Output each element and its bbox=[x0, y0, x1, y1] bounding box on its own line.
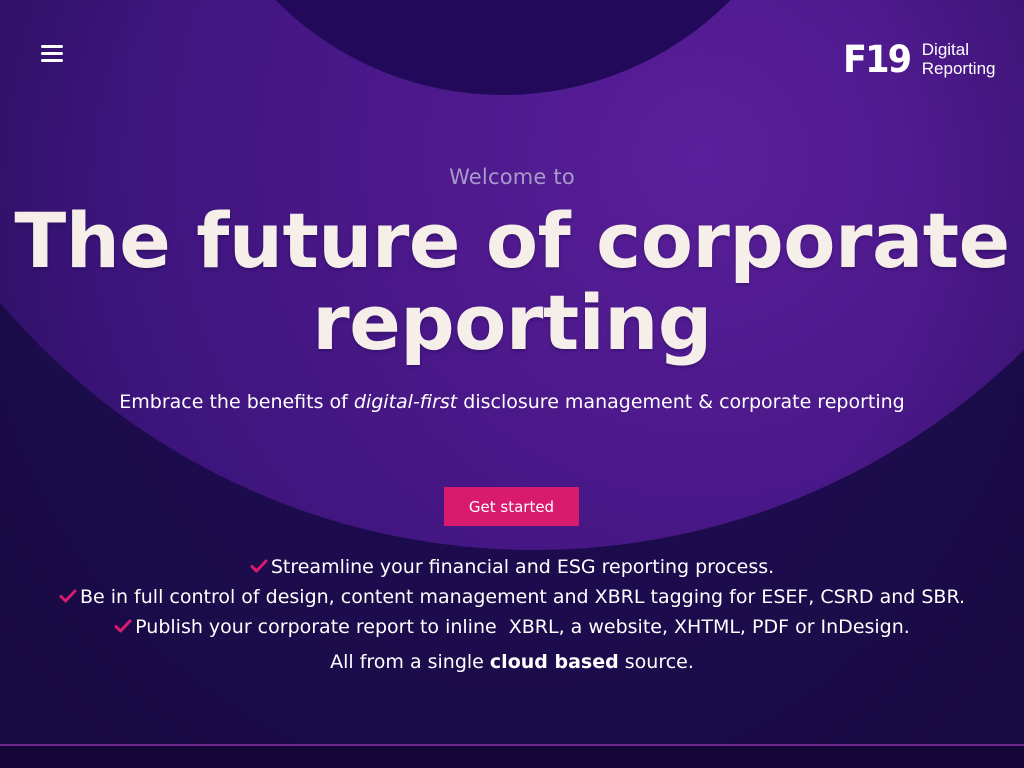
subheading-pre: Embrace the benefits of bbox=[119, 391, 354, 413]
next-section-edge bbox=[0, 746, 1024, 768]
feature-item: Publish your corporate report to inline … bbox=[0, 612, 1024, 642]
logo-text: Digital Reporting bbox=[922, 40, 996, 78]
feature-text: Be in full control of design, content ma… bbox=[79, 586, 966, 608]
tagline-post: source. bbox=[618, 651, 694, 673]
feature-text: Publish your corporate report to inline … bbox=[135, 616, 910, 638]
subheading: Embrace the benefits of digital-first di… bbox=[0, 391, 1024, 413]
page-title: The future of corporate reporting bbox=[0, 200, 1024, 364]
landing-page: F19 Digital Reporting Welcome to The fut… bbox=[0, 0, 1024, 768]
checkmark-icon bbox=[114, 619, 132, 633]
feature-item: Be in full control of design, content ma… bbox=[0, 582, 1024, 612]
checkmark-icon bbox=[250, 559, 268, 573]
get-started-button[interactable]: Get started bbox=[444, 487, 579, 526]
page-title-line2: reporting bbox=[312, 278, 712, 367]
checkmark-icon bbox=[59, 589, 77, 603]
feature-text: Streamline your financial and ESG report… bbox=[270, 556, 775, 578]
page-title-line1: The future of corporate bbox=[14, 196, 1010, 285]
subheading-emphasis: digital-first bbox=[353, 391, 458, 413]
feature-item: Streamline your financial and ESG report… bbox=[0, 552, 1024, 582]
subheading-post: disclosure management & corporate report… bbox=[457, 391, 905, 413]
tagline: All from a single cloud based source. bbox=[0, 651, 1024, 673]
tagline-strong: cloud based bbox=[489, 651, 619, 673]
logo-mark: F19 bbox=[843, 37, 912, 81]
f19-logo[interactable]: F19 Digital Reporting bbox=[843, 38, 995, 80]
hamburger-menu-icon[interactable] bbox=[38, 40, 66, 66]
feature-list: Streamline your financial and ESG report… bbox=[0, 552, 1024, 642]
welcome-text: Welcome to bbox=[449, 165, 575, 189]
tagline-pre: All from a single bbox=[330, 651, 490, 673]
logo-text-line1: Digital bbox=[921, 40, 970, 59]
logo-text-line2: Reporting bbox=[921, 59, 996, 78]
